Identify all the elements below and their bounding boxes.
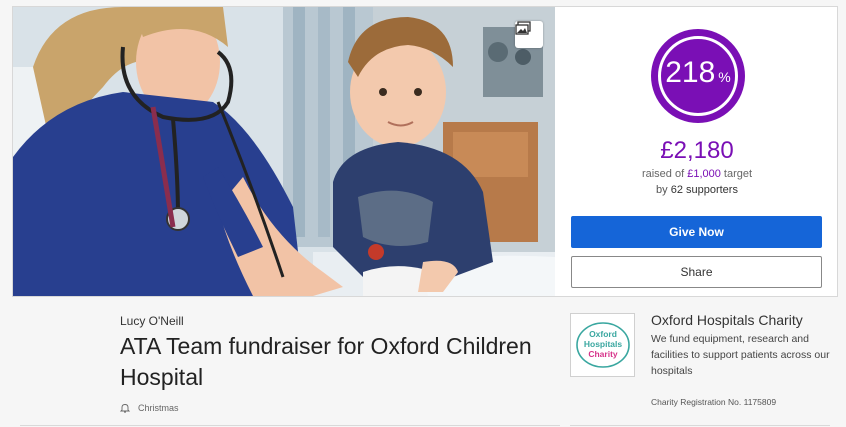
raised-of-label: raised of [641,168,685,180]
progress-ring-inner: 218 % [658,36,738,116]
event-label: Christmas [138,403,179,413]
target-amount: £1,000 [687,168,721,180]
logo-text-hospitals: Hospitals [583,339,622,349]
target-suffix: target [723,168,753,180]
logo-text-oxford: Oxford [589,329,617,339]
donation-panel: 218 % £2,180 raised of £1,000 target by … [555,7,839,296]
target-line: raised of £1,000 target [555,168,839,180]
gallery-button[interactable] [515,21,543,48]
page-title: ATA Team fundraiser for Oxford Children … [120,333,532,390]
divider [570,425,830,426]
charity-logo[interactable]: Oxford Hospitals Charity [570,313,635,377]
charity-name[interactable]: Oxford Hospitals Charity [651,312,803,328]
charity-description: We fund equipment, research and faciliti… [651,333,830,377]
by-label: by [656,184,668,196]
image-gallery-icon [515,21,531,35]
charity-registration: Charity Registration No. 1175809 [651,397,777,407]
progress-ring: 218 % [651,29,745,123]
logo-text-charity: Charity [588,349,618,359]
event-tag: Christmas [120,403,179,413]
divider [20,425,560,426]
charity-logo-mark: Oxford Hospitals Charity [575,322,630,368]
supporters-line: by 62 supporters [555,184,839,196]
bell-icon [120,404,130,413]
progress-percent-sign: % [718,69,731,85]
hero-photo [13,7,555,296]
fundraiser-card: 218 % £2,180 raised of £1,000 target by … [12,6,838,297]
amount-raised: £2,180 [660,137,734,164]
fundraiser-author[interactable]: Lucy O'Neill [120,314,184,328]
share-button[interactable]: Share [571,256,822,288]
progress-percent: 218 [665,56,716,89]
supporters-count: 62 supporters [670,184,738,196]
hero-image [13,7,555,296]
give-now-button[interactable]: Give Now [571,216,822,248]
